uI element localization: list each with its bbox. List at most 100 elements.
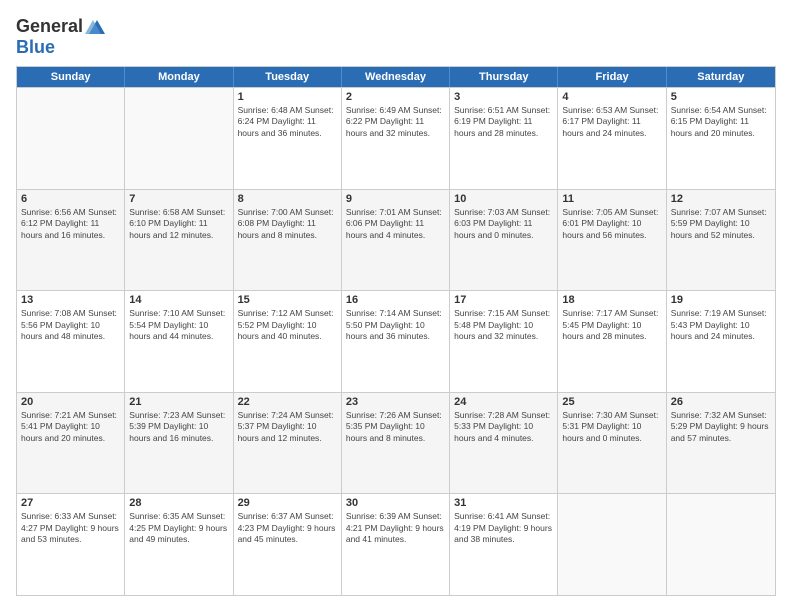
day-12: 12 Sunrise: 7:07 AM Sunset: 5:59 PM Dayli… bbox=[667, 190, 775, 291]
day-5: 5 Sunrise: 6:54 AM Sunset: 6:15 PM Daylig… bbox=[667, 88, 775, 189]
empty-cell bbox=[17, 88, 125, 189]
day-number: 6 bbox=[21, 193, 120, 205]
logo-icon bbox=[85, 18, 105, 36]
header-day-tuesday: Tuesday bbox=[234, 67, 342, 87]
day-number: 19 bbox=[671, 294, 771, 306]
header-day-friday: Friday bbox=[558, 67, 666, 87]
day-16: 16 Sunrise: 7:14 AM Sunset: 5:50 PM Dayli… bbox=[342, 291, 450, 392]
day-number: 12 bbox=[671, 193, 771, 205]
day-info: Sunrise: 7:30 AM Sunset: 5:31 PM Dayligh… bbox=[562, 410, 661, 444]
day-info: Sunrise: 7:23 AM Sunset: 5:39 PM Dayligh… bbox=[129, 410, 228, 444]
day-25: 25 Sunrise: 7:30 AM Sunset: 5:31 PM Dayli… bbox=[558, 393, 666, 494]
empty-cell bbox=[125, 88, 233, 189]
day-number: 13 bbox=[21, 294, 120, 306]
day-info: Sunrise: 6:39 AM Sunset: 4:21 PM Dayligh… bbox=[346, 511, 445, 545]
day-number: 21 bbox=[129, 396, 228, 408]
day-info: Sunrise: 6:51 AM Sunset: 6:19 PM Dayligh… bbox=[454, 105, 553, 139]
day-number: 28 bbox=[129, 497, 228, 509]
calendar-body: 1 Sunrise: 6:48 AM Sunset: 6:24 PM Daylig… bbox=[17, 87, 775, 595]
day-21: 21 Sunrise: 7:23 AM Sunset: 5:39 PM Dayli… bbox=[125, 393, 233, 494]
day-info: Sunrise: 7:32 AM Sunset: 5:29 PM Dayligh… bbox=[671, 410, 771, 444]
page: General Blue SundayMondayTuesdayWednesda… bbox=[0, 0, 792, 612]
empty-cell bbox=[667, 494, 775, 595]
day-number: 31 bbox=[454, 497, 553, 509]
day-number: 2 bbox=[346, 91, 445, 103]
day-number: 30 bbox=[346, 497, 445, 509]
day-info: Sunrise: 6:56 AM Sunset: 6:12 PM Dayligh… bbox=[21, 207, 120, 241]
day-28: 28 Sunrise: 6:35 AM Sunset: 4:25 PM Dayli… bbox=[125, 494, 233, 595]
day-info: Sunrise: 7:15 AM Sunset: 5:48 PM Dayligh… bbox=[454, 308, 553, 342]
calendar-week-2: 6 Sunrise: 6:56 AM Sunset: 6:12 PM Daylig… bbox=[17, 189, 775, 291]
day-info: Sunrise: 6:35 AM Sunset: 4:25 PM Dayligh… bbox=[129, 511, 228, 545]
logo-general-text: General bbox=[16, 16, 83, 37]
header-day-wednesday: Wednesday bbox=[342, 67, 450, 87]
day-info: Sunrise: 7:21 AM Sunset: 5:41 PM Dayligh… bbox=[21, 410, 120, 444]
empty-cell bbox=[558, 494, 666, 595]
day-11: 11 Sunrise: 7:05 AM Sunset: 6:01 PM Dayli… bbox=[558, 190, 666, 291]
day-number: 18 bbox=[562, 294, 661, 306]
day-29: 29Sunrise: 6:37 AM Sunset: 4:23 PM Dayli… bbox=[234, 494, 342, 595]
day-number: 22 bbox=[238, 396, 337, 408]
day-info: Sunrise: 7:26 AM Sunset: 5:35 PM Dayligh… bbox=[346, 410, 445, 444]
day-number: 5 bbox=[671, 91, 771, 103]
day-info: Sunrise: 7:10 AM Sunset: 5:54 PM Dayligh… bbox=[129, 308, 228, 342]
day-number: 11 bbox=[562, 193, 661, 205]
day-info: Sunrise: 7:01 AM Sunset: 6:06 PM Dayligh… bbox=[346, 207, 445, 241]
calendar: SundayMondayTuesdayWednesdayThursdayFrid… bbox=[16, 66, 776, 596]
day-number: 9 bbox=[346, 193, 445, 205]
header-day-saturday: Saturday bbox=[667, 67, 775, 87]
day-number: 25 bbox=[562, 396, 661, 408]
day-number: 3 bbox=[454, 91, 553, 103]
day-30: 30 Sunrise: 6:39 AM Sunset: 4:21 PM Dayli… bbox=[342, 494, 450, 595]
header-day-sunday: Sunday bbox=[17, 67, 125, 87]
day-9: 9 Sunrise: 7:01 AM Sunset: 6:06 PM Daylig… bbox=[342, 190, 450, 291]
day-info: Sunrise: 6:53 AM Sunset: 6:17 PM Dayligh… bbox=[562, 105, 661, 139]
day-info: Sunrise: 7:03 AM Sunset: 6:03 PM Dayligh… bbox=[454, 207, 553, 241]
day-7: 7Sunrise: 6:58 AM Sunset: 6:10 PM Daylig… bbox=[125, 190, 233, 291]
day-19: 19 Sunrise: 7:19 AM Sunset: 5:43 PM Dayli… bbox=[667, 291, 775, 392]
day-14: 14 Sunrise: 7:10 AM Sunset: 5:54 PM Dayli… bbox=[125, 291, 233, 392]
day-info: Sunrise: 7:14 AM Sunset: 5:50 PM Dayligh… bbox=[346, 308, 445, 342]
header-day-monday: Monday bbox=[125, 67, 233, 87]
day-number: 14 bbox=[129, 294, 228, 306]
day-6: 6 Sunrise: 6:56 AM Sunset: 6:12 PM Daylig… bbox=[17, 190, 125, 291]
day-info: Sunrise: 7:19 AM Sunset: 5:43 PM Dayligh… bbox=[671, 308, 771, 342]
day-number: 29 bbox=[238, 497, 337, 509]
day-17: 17 Sunrise: 7:15 AM Sunset: 5:48 PM Dayli… bbox=[450, 291, 558, 392]
day-27: 27Sunrise: 6:33 AM Sunset: 4:27 PM Dayli… bbox=[17, 494, 125, 595]
day-info: Sunrise: 6:41 AM Sunset: 4:19 PM Dayligh… bbox=[454, 511, 553, 545]
logo: General Blue bbox=[16, 16, 105, 58]
day-number: 20 bbox=[21, 396, 120, 408]
day-info: Sunrise: 7:07 AM Sunset: 5:59 PM Dayligh… bbox=[671, 207, 771, 241]
day-info: Sunrise: 7:05 AM Sunset: 6:01 PM Dayligh… bbox=[562, 207, 661, 241]
day-number: 8 bbox=[238, 193, 337, 205]
day-number: 10 bbox=[454, 193, 553, 205]
day-number: 27 bbox=[21, 497, 120, 509]
calendar-header: SundayMondayTuesdayWednesdayThursdayFrid… bbox=[17, 67, 775, 87]
day-info: Sunrise: 6:54 AM Sunset: 6:15 PM Dayligh… bbox=[671, 105, 771, 139]
day-number: 7 bbox=[129, 193, 228, 205]
day-2: 2 Sunrise: 6:49 AM Sunset: 6:22 PM Daylig… bbox=[342, 88, 450, 189]
day-number: 17 bbox=[454, 294, 553, 306]
calendar-week-4: 20 Sunrise: 7:21 AM Sunset: 5:41 PM Dayli… bbox=[17, 392, 775, 494]
calendar-week-5: 27Sunrise: 6:33 AM Sunset: 4:27 PM Dayli… bbox=[17, 493, 775, 595]
day-10: 10 Sunrise: 7:03 AM Sunset: 6:03 PM Dayli… bbox=[450, 190, 558, 291]
day-20: 20 Sunrise: 7:21 AM Sunset: 5:41 PM Dayli… bbox=[17, 393, 125, 494]
day-number: 24 bbox=[454, 396, 553, 408]
day-18: 18Sunrise: 7:17 AM Sunset: 5:45 PM Dayli… bbox=[558, 291, 666, 392]
day-info: Sunrise: 6:48 AM Sunset: 6:24 PM Dayligh… bbox=[238, 105, 337, 139]
day-info: Sunrise: 6:49 AM Sunset: 6:22 PM Dayligh… bbox=[346, 105, 445, 139]
day-info: Sunrise: 7:12 AM Sunset: 5:52 PM Dayligh… bbox=[238, 308, 337, 342]
day-24: 24 Sunrise: 7:28 AM Sunset: 5:33 PM Dayli… bbox=[450, 393, 558, 494]
day-13: 13Sunrise: 7:08 AM Sunset: 5:56 PM Dayli… bbox=[17, 291, 125, 392]
day-info: Sunrise: 7:00 AM Sunset: 6:08 PM Dayligh… bbox=[238, 207, 337, 241]
day-number: 1 bbox=[238, 91, 337, 103]
day-number: 16 bbox=[346, 294, 445, 306]
calendar-week-1: 1 Sunrise: 6:48 AM Sunset: 6:24 PM Daylig… bbox=[17, 87, 775, 189]
day-23: 23Sunrise: 7:26 AM Sunset: 5:35 PM Dayli… bbox=[342, 393, 450, 494]
day-info: Sunrise: 7:28 AM Sunset: 5:33 PM Dayligh… bbox=[454, 410, 553, 444]
header-day-thursday: Thursday bbox=[450, 67, 558, 87]
day-number: 4 bbox=[562, 91, 661, 103]
header: General Blue bbox=[16, 16, 776, 58]
day-number: 15 bbox=[238, 294, 337, 306]
